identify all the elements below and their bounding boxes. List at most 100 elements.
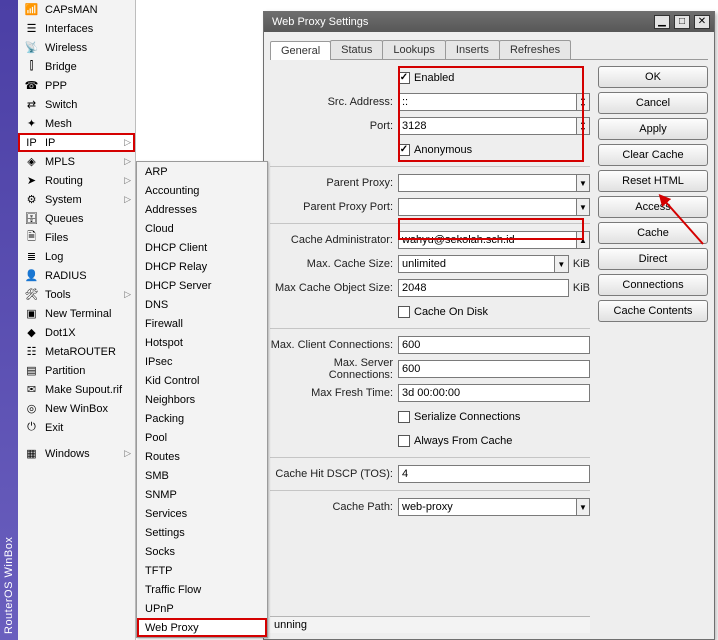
nav-item-routing[interactable]: ➤Routing▷ <box>18 171 135 190</box>
nav-item-queues[interactable]: 🗄Queues <box>18 209 135 228</box>
nav-item-interfaces[interactable]: ☰Interfaces <box>18 19 135 38</box>
nav-item-label: Bridge <box>45 61 131 73</box>
submenu-item-smb[interactable]: SMB <box>137 466 267 485</box>
supout-icon: ✉ <box>24 383 39 397</box>
parent-proxy-dropdown[interactable]: ▼ <box>577 174 590 192</box>
submenu-item-dns[interactable]: DNS <box>137 295 267 314</box>
submenu-item-socks[interactable]: Socks <box>137 542 267 561</box>
cache-admin-label: Cache Administrator: <box>270 234 398 246</box>
minimize-button[interactable]: ▁ <box>654 15 670 29</box>
submenu-item-routes[interactable]: Routes <box>137 447 267 466</box>
submenu-item-dhcp-client[interactable]: DHCP Client <box>137 238 267 257</box>
nav-item-files[interactable]: 🗎Files <box>18 228 135 247</box>
nav-item-new-terminal[interactable]: ▣New Terminal <box>18 304 135 323</box>
tab-status[interactable]: Status <box>330 40 383 59</box>
nav-item-partition[interactable]: ▤Partition <box>18 361 135 380</box>
submenu-item-upnp[interactable]: UPnP <box>137 599 267 618</box>
port-spinner[interactable]: ▲▼ <box>577 117 590 135</box>
submenu-item-web-proxy[interactable]: Web Proxy <box>137 618 267 637</box>
cache-button[interactable]: Cache <box>598 222 708 244</box>
nav-item-dot1x[interactable]: ◆Dot1X <box>18 323 135 342</box>
submenu-item-traffic-flow[interactable]: Traffic Flow <box>137 580 267 599</box>
cancel-button[interactable]: Cancel <box>598 92 708 114</box>
max-client-conn-input[interactable] <box>398 336 590 354</box>
src-address-spinner[interactable]: ▲▼ <box>577 93 590 111</box>
submenu-item-cloud[interactable]: Cloud <box>137 219 267 238</box>
max-cache-size-dropdown[interactable]: ▼ <box>555 255 569 273</box>
nav-item-wireless[interactable]: 📡Wireless <box>18 38 135 57</box>
close-button[interactable]: ✕ <box>694 15 710 29</box>
nav-item-ppp[interactable]: ☎PPP <box>18 76 135 95</box>
cache-on-disk-checkbox[interactable] <box>398 306 410 318</box>
cache-hit-dscp-input[interactable] <box>398 465 590 483</box>
direct-button[interactable]: Direct <box>598 248 708 270</box>
nav-item-ip[interactable]: IPIP▷ <box>18 133 135 152</box>
max-cache-obj-input[interactable] <box>398 279 569 297</box>
nav-item-capsman[interactable]: 📶CAPsMAN <box>18 0 135 19</box>
connections-button[interactable]: Connections <box>598 274 708 296</box>
nav-item-exit[interactable]: ⏻Exit <box>18 418 135 437</box>
nav-item-bridge[interactable]: ⫿Bridge <box>18 57 135 76</box>
parent-proxy-input[interactable] <box>398 174 577 192</box>
submenu-item-neighbors[interactable]: Neighbors <box>137 390 267 409</box>
apply-button[interactable]: Apply <box>598 118 708 140</box>
submenu-item-ipsec[interactable]: IPsec <box>137 352 267 371</box>
submenu-item-label: Hotspot <box>145 337 183 349</box>
nav-item-radius[interactable]: 👤RADIUS <box>18 266 135 285</box>
cache-admin-up[interactable]: ▲ <box>577 231 590 249</box>
nav-item-tools[interactable]: 🛠Tools▷ <box>18 285 135 304</box>
nav-item-mpls[interactable]: ◈MPLS▷ <box>18 152 135 171</box>
maximize-button[interactable]: □ <box>674 15 690 29</box>
submenu-item-firewall[interactable]: Firewall <box>137 314 267 333</box>
serialize-checkbox[interactable] <box>398 411 410 423</box>
submenu-item-settings[interactable]: Settings <box>137 523 267 542</box>
max-server-conn-input[interactable] <box>398 360 590 378</box>
submenu-item-arp[interactable]: ARP <box>137 162 267 181</box>
always-from-cache-checkbox[interactable] <box>398 435 410 447</box>
parent-proxy-port-input[interactable] <box>398 198 577 216</box>
nav-item-windows[interactable]: ▦ Windows ▷ <box>18 444 135 463</box>
submenu-item-addresses[interactable]: Addresses <box>137 200 267 219</box>
src-address-input[interactable] <box>398 93 577 111</box>
submenu-item-tftp[interactable]: TFTP <box>137 561 267 580</box>
nav-item-switch[interactable]: ⇄Switch <box>18 95 135 114</box>
submenu-item-kid-control[interactable]: Kid Control <box>137 371 267 390</box>
nav-item-metarouter[interactable]: ☷MetaROUTER <box>18 342 135 361</box>
submenu-item-label: DHCP Relay <box>145 261 207 273</box>
tab-refreshes[interactable]: Refreshes <box>499 40 571 59</box>
nav-item-new-winbox[interactable]: ◎New WinBox <box>18 399 135 418</box>
routing-icon: ➤ <box>24 174 39 188</box>
submenu-item-services[interactable]: Services <box>137 504 267 523</box>
clear-cache-button[interactable]: Clear Cache <box>598 144 708 166</box>
nav-item-log[interactable]: ≣Log <box>18 247 135 266</box>
nav-item-system[interactable]: ⚙System▷ <box>18 190 135 209</box>
cache-contents-button[interactable]: Cache Contents <box>598 300 708 322</box>
parent-proxy-port-dropdown[interactable]: ▼ <box>577 198 590 216</box>
submenu-item-pool[interactable]: Pool <box>137 428 267 447</box>
submenu-item-dhcp-relay[interactable]: DHCP Relay <box>137 257 267 276</box>
submenu-item-dhcp-server[interactable]: DHCP Server <box>137 276 267 295</box>
cache-path-input[interactable] <box>398 498 577 516</box>
tab-general[interactable]: General <box>270 41 331 60</box>
cache-path-dropdown[interactable]: ▼ <box>577 498 590 516</box>
max-cache-size-input[interactable] <box>398 255 555 273</box>
port-input[interactable] <box>398 117 577 135</box>
nav-item-label: Interfaces <box>45 23 131 35</box>
enabled-checkbox[interactable] <box>398 72 410 84</box>
ok-button[interactable]: OK <box>598 66 708 88</box>
submenu-item-packing[interactable]: Packing <box>137 409 267 428</box>
submenu-item-hotspot[interactable]: Hotspot <box>137 333 267 352</box>
cache-admin-input[interactable] <box>398 231 577 249</box>
tab-lookups[interactable]: Lookups <box>382 40 446 59</box>
tab-inserts[interactable]: Inserts <box>445 40 500 59</box>
access-button[interactable]: Access <box>598 196 708 218</box>
submenu-item-accounting[interactable]: Accounting <box>137 181 267 200</box>
max-fresh-time-input[interactable] <box>398 384 590 402</box>
nav-item-make-supout-rif[interactable]: ✉Make Supout.rif <box>18 380 135 399</box>
wireless-icon: 📡 <box>24 41 39 55</box>
nav-item-mesh[interactable]: ✦Mesh <box>18 114 135 133</box>
submenu-item-snmp[interactable]: SNMP <box>137 485 267 504</box>
dialog-titlebar[interactable]: Web Proxy Settings ▁ □ ✕ <box>264 12 714 32</box>
anonymous-checkbox[interactable] <box>398 144 410 156</box>
reset-html-button[interactable]: Reset HTML <box>598 170 708 192</box>
